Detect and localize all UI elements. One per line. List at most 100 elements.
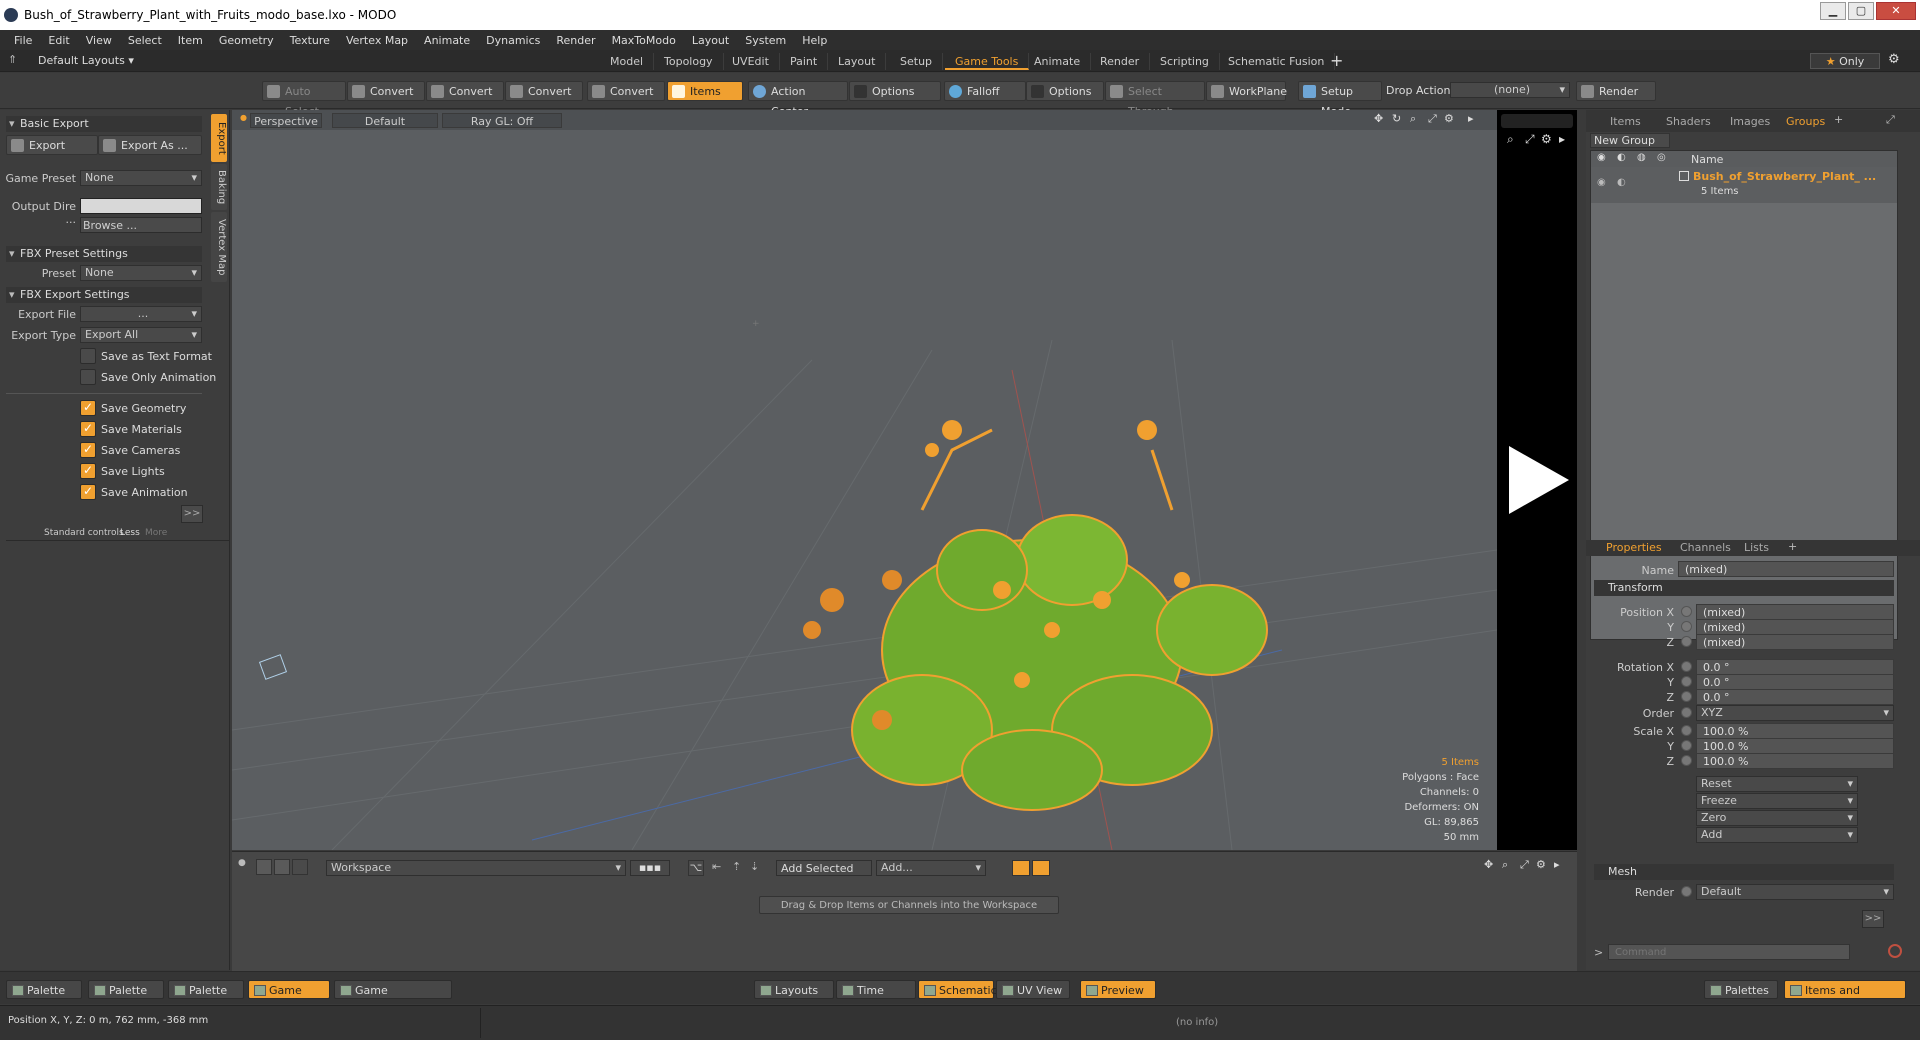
record-icon[interactable] bbox=[1888, 944, 1902, 958]
scale-z-keyframe-icon[interactable] bbox=[1681, 755, 1692, 766]
export-as-button[interactable]: Export As ... bbox=[98, 135, 202, 155]
rotation-y-field[interactable]: 0.0 ° bbox=[1696, 674, 1894, 690]
game-tools-button[interactable]: Game Tools bbox=[248, 980, 330, 1016]
collapse-arrow-icon[interactable]: ⇑ bbox=[8, 53, 17, 66]
group-row[interactable]: ◉ ◐ Bush_of_Strawberry_Plant_ ... 5 Item… bbox=[1591, 167, 1897, 203]
gear-icon[interactable]: ⚙ bbox=[1888, 52, 1900, 67]
arrow-left-icon[interactable]: ⇤ bbox=[712, 860, 721, 873]
viewport-gear-icon[interactable]: ⚙ bbox=[1444, 112, 1454, 125]
position-y-field[interactable]: (mixed) bbox=[1696, 619, 1894, 635]
palette-button-1[interactable]: Palette bbox=[6, 980, 82, 999]
tab-items[interactable]: Items bbox=[1602, 114, 1649, 129]
tab-paint[interactable]: Paint bbox=[780, 53, 829, 70]
order-dropdown[interactable]: XYZ bbox=[1696, 705, 1894, 721]
workspace-tool-icon-1[interactable] bbox=[256, 859, 272, 875]
workspace-arrow-icon[interactable]: ▸ bbox=[1554, 858, 1560, 871]
freeze-dropdown[interactable]: Freeze bbox=[1696, 793, 1858, 809]
tab-channels[interactable]: Channels bbox=[1672, 540, 1739, 555]
viewport-arrow-icon[interactable]: ▸ bbox=[1468, 112, 1474, 125]
rotation-x-keyframe-icon[interactable] bbox=[1681, 661, 1692, 672]
tab-lists[interactable]: Lists bbox=[1736, 540, 1777, 555]
only-button[interactable]: ★ Only bbox=[1810, 53, 1880, 69]
menu-view[interactable]: View bbox=[78, 34, 120, 47]
menu-system[interactable]: System bbox=[737, 34, 794, 47]
convert-button-4[interactable]: Convert bbox=[587, 81, 665, 101]
scale-y-field[interactable]: 100.0 % bbox=[1696, 738, 1894, 754]
position-x-field[interactable]: (mixed) bbox=[1696, 604, 1894, 620]
menu-dynamics[interactable]: Dynamics bbox=[478, 34, 548, 47]
preview-gear-icon[interactable]: ⚙ bbox=[1541, 132, 1552, 146]
properties-more-button[interactable]: >> bbox=[1862, 910, 1884, 928]
workspace-fit-icon[interactable]: ⤢ bbox=[1520, 858, 1529, 872]
setup-mode-button[interactable]: Setup Mode bbox=[1298, 81, 1382, 118]
options-button-2[interactable]: Options bbox=[1026, 81, 1104, 101]
more-link[interactable]: More bbox=[145, 528, 167, 538]
maximize-button[interactable]: ▢ bbox=[1848, 2, 1874, 20]
row-render-icon[interactable]: ◐ bbox=[1617, 177, 1626, 188]
scale-z-field[interactable]: 100.0 % bbox=[1696, 753, 1894, 769]
workspace-tool-icon-2[interactable] bbox=[274, 859, 290, 875]
rotation-y-keyframe-icon[interactable] bbox=[1681, 676, 1692, 687]
add-dropdown-props[interactable]: Add bbox=[1696, 827, 1858, 843]
tab-properties[interactable]: Properties bbox=[1598, 540, 1670, 555]
tab-uvedit[interactable]: UVEdit bbox=[722, 53, 780, 70]
tab-setup[interactable]: Setup bbox=[890, 53, 944, 70]
expand-more-button[interactable]: >> bbox=[181, 505, 203, 523]
workspace-color-button-1[interactable] bbox=[1012, 860, 1030, 876]
fbx-preset-section[interactable]: FBX Preset Settings bbox=[6, 246, 202, 262]
panel-expand-icon[interactable]: ⤢ bbox=[1886, 113, 1895, 127]
render-icon-col[interactable]: ◐ bbox=[1617, 152, 1626, 163]
basic-export-section[interactable]: Basic Export bbox=[6, 116, 202, 132]
fit-icon[interactable]: ⤢ bbox=[1428, 112, 1437, 126]
workspace-zoom-icon[interactable]: ⌕ bbox=[1502, 858, 1508, 872]
name-field[interactable]: (mixed) bbox=[1678, 561, 1894, 577]
workplane-button[interactable]: WorkPlane bbox=[1206, 81, 1287, 101]
convert-button-3[interactable]: Convert bbox=[505, 81, 583, 101]
menu-geometry[interactable]: Geometry bbox=[211, 34, 282, 47]
workspace-tool-icon-3[interactable] bbox=[292, 859, 308, 875]
menu-vertex-map[interactable]: Vertex Map bbox=[338, 34, 416, 47]
action-center-button[interactable]: Action Center bbox=[748, 81, 848, 118]
position-y-keyframe-icon[interactable] bbox=[1681, 621, 1692, 632]
palette-button-2[interactable]: Palette bbox=[88, 980, 164, 999]
menu-texture[interactable]: Texture bbox=[282, 34, 338, 47]
rotation-x-field[interactable]: 0.0 ° bbox=[1696, 659, 1894, 675]
menu-select[interactable]: Select bbox=[120, 34, 170, 47]
menu-file[interactable]: File bbox=[6, 34, 40, 47]
shading-default-button[interactable]: Default bbox=[332, 113, 438, 128]
menu-animate[interactable]: Animate bbox=[416, 34, 478, 47]
tab-layout[interactable]: Layout bbox=[828, 53, 887, 70]
workspace-gear-icon[interactable]: ⚙ bbox=[1536, 858, 1546, 871]
save-geometry-checkbox[interactable] bbox=[80, 400, 96, 416]
uv-view-button[interactable]: UV View bbox=[996, 980, 1070, 999]
vtab-vertex-map[interactable]: Vertex Map bbox=[211, 212, 227, 282]
auto-select-button[interactable]: Auto Select bbox=[262, 81, 346, 118]
save-lights-checkbox[interactable] bbox=[80, 463, 96, 479]
tab-shaders[interactable]: Shaders bbox=[1658, 114, 1719, 129]
preview-fit-icon[interactable]: ⤢ bbox=[1525, 132, 1535, 147]
tab-images[interactable]: Images bbox=[1722, 114, 1778, 129]
tab-groups[interactable]: Groups bbox=[1778, 114, 1833, 129]
workspace-pan-icon[interactable]: ✥ bbox=[1484, 858, 1493, 871]
workspace-dot-icon[interactable]: ● bbox=[238, 858, 246, 868]
arrow-down-icon[interactable]: ⇣ bbox=[750, 860, 759, 873]
convert-button-2[interactable]: Convert bbox=[426, 81, 504, 101]
menu-item[interactable]: Item bbox=[170, 34, 211, 47]
raygl-button[interactable]: Ray GL: Off bbox=[442, 113, 562, 128]
mesh-section[interactable]: Mesh bbox=[1594, 864, 1894, 880]
vtab-baking[interactable]: Baking bbox=[211, 164, 227, 210]
visibility-eye-icon[interactable]: ◉ bbox=[1597, 152, 1606, 163]
tab-scripting[interactable]: Scripting bbox=[1150, 53, 1220, 70]
palette-button-3[interactable]: Palette bbox=[168, 980, 244, 999]
tab-topology[interactable]: Topology bbox=[654, 53, 724, 70]
render-dropdown[interactable]: Default bbox=[1696, 884, 1894, 900]
tab-game-tools[interactable]: Game Tools bbox=[945, 53, 1030, 70]
tree-icon[interactable]: ⌥ bbox=[688, 860, 704, 876]
default-layouts-dropdown[interactable]: Default Layouts ▾ bbox=[38, 54, 134, 67]
position-z-field[interactable]: (mixed) bbox=[1696, 634, 1894, 650]
vtab-export[interactable]: Export bbox=[211, 114, 227, 162]
save-animation-checkbox[interactable] bbox=[80, 484, 96, 500]
transform-section[interactable]: Transform bbox=[1594, 580, 1894, 596]
add-tab-icon[interactable]: + bbox=[1330, 51, 1343, 70]
scale-x-keyframe-icon[interactable] bbox=[1681, 725, 1692, 736]
